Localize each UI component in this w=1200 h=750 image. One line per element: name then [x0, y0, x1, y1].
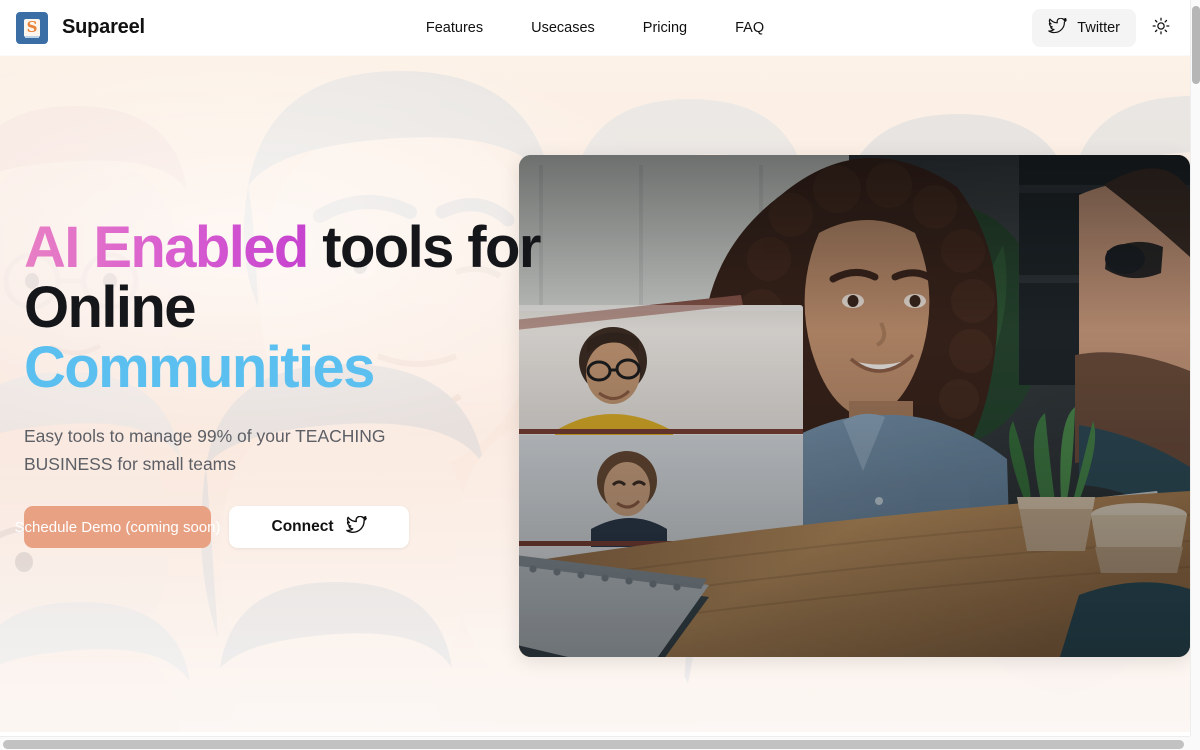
- headline-part-dark: tools for: [307, 215, 541, 280]
- site-header: S Supareel Features Usecases Pricing FAQ…: [0, 0, 1190, 56]
- schedule-demo-button[interactable]: Schedule Demo (coming soon): [15, 506, 220, 548]
- nav-item-pricing[interactable]: Pricing: [643, 20, 687, 36]
- twitter-bird-icon: [1048, 17, 1068, 38]
- logo-underline: [25, 35, 39, 38]
- twitter-bird-icon: [345, 515, 367, 539]
- hero-copy: AI Enabled tools for Online Communities …: [15, 218, 564, 548]
- horizontal-scrollbar[interactable]: [0, 736, 1190, 750]
- connect-button[interactable]: Connect: [229, 506, 409, 548]
- page-title: AI Enabled tools for Online Communities: [24, 218, 564, 398]
- connect-label: Connect: [271, 518, 334, 535]
- header-actions: Twitter: [1032, 8, 1178, 47]
- supareel-logo-icon: S: [16, 11, 48, 44]
- logo-s-glyph: S: [23, 18, 41, 37]
- nav-item-features[interactable]: Features: [426, 20, 483, 36]
- sun-icon: [1152, 17, 1170, 38]
- theme-toggle-button[interactable]: [1144, 11, 1178, 45]
- headline-part-gradient: AI Enabled: [24, 215, 309, 280]
- headline-line-3: Communities: [24, 335, 375, 400]
- twitter-button[interactable]: Twitter: [1032, 8, 1136, 47]
- brand[interactable]: S Supareel: [16, 11, 145, 44]
- hero-cta-row: Schedule Demo (coming soon) Connect: [15, 506, 564, 548]
- headline-line-2: Online: [24, 275, 196, 340]
- vertical-scrollbar-thumb[interactable]: [1192, 6, 1200, 84]
- nav-item-usecases[interactable]: Usecases: [531, 20, 595, 36]
- hero-subheadline: Easy tools to manage 99% of your TEACHIN…: [24, 426, 386, 474]
- schedule-demo-label: Schedule Demo (coming soon): [14, 518, 221, 536]
- nav-item-faq[interactable]: FAQ: [735, 20, 764, 36]
- twitter-button-label: Twitter: [1077, 19, 1120, 36]
- vertical-scrollbar[interactable]: [1190, 0, 1200, 750]
- horizontal-scrollbar-thumb[interactable]: [3, 740, 1184, 749]
- brand-name: Supareel: [62, 16, 145, 38]
- browser-page: S Supareel Features Usecases Pricing FAQ…: [0, 0, 1200, 750]
- hero-section: AI Enabled tools for Online Communities …: [0, 56, 1190, 732]
- scrollbar-corner: [1190, 736, 1200, 750]
- hero-image: [519, 155, 1190, 657]
- main-nav: Features Usecases Pricing FAQ: [0, 20, 1190, 36]
